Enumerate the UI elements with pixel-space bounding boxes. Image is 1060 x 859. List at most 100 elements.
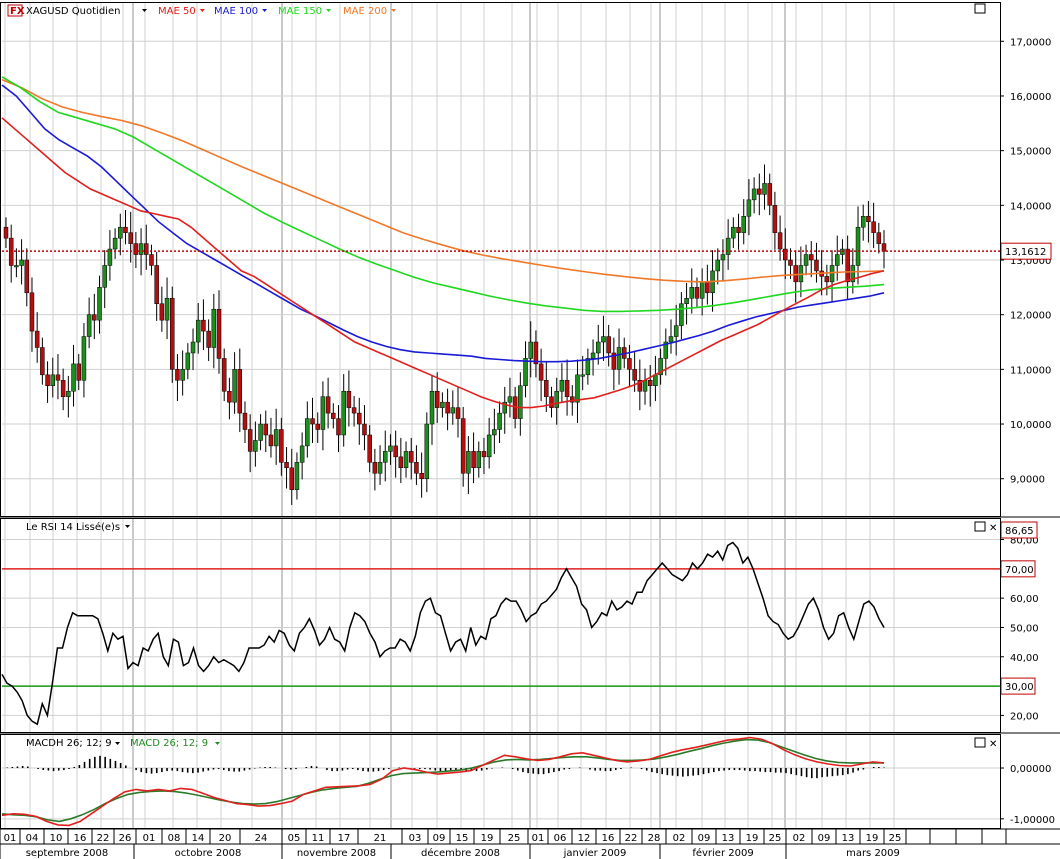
macd-tick-label: 0,00000 <box>1010 764 1051 775</box>
x-day-label: 22 <box>97 833 110 844</box>
candle-body <box>237 369 243 414</box>
candle-body <box>590 352 596 359</box>
x-month-label: novembre 2008 <box>297 848 376 859</box>
candle-body <box>559 380 565 392</box>
candle-body <box>575 374 580 403</box>
candle-body <box>414 462 419 474</box>
candle-body <box>689 287 695 299</box>
price-tick-label: 15,0000 <box>1010 147 1051 158</box>
x-day-label: 19 <box>746 833 759 844</box>
candle-body <box>97 287 102 321</box>
candle-body <box>544 380 549 397</box>
indicator-label-3: MAE 200 <box>343 6 387 17</box>
candle-body <box>455 407 461 419</box>
candle-body <box>601 336 606 343</box>
candle-body <box>253 440 258 452</box>
candle-body <box>388 445 393 452</box>
price-tick-label: 12,0000 <box>1010 311 1051 322</box>
candle-body <box>751 188 757 201</box>
candle-body <box>273 429 279 447</box>
candle-body <box>149 254 154 266</box>
close-panel-icon: ✕ <box>989 739 997 750</box>
candle-body <box>289 467 294 490</box>
candle-body <box>351 407 357 414</box>
candle-body <box>102 265 107 288</box>
x-day-label: 01 <box>532 833 545 844</box>
candle-body <box>481 451 487 458</box>
candle-body <box>627 358 632 370</box>
rsi-last-label: 86,65 <box>1005 526 1034 537</box>
x-month-label: décembre 2008 <box>421 847 500 859</box>
candle-body <box>673 325 679 337</box>
candle-body <box>866 216 871 222</box>
candle-body <box>227 390 232 403</box>
candle-body <box>715 259 721 272</box>
symbol-label: XAGUSD Quotidien <box>26 6 120 17</box>
candle-body <box>29 292 35 332</box>
x-day-label: 28 <box>648 833 661 844</box>
x-day-label: 16 <box>602 833 615 844</box>
candle-body <box>315 423 320 430</box>
price-tick-label: 14,0000 <box>1010 201 1051 212</box>
candle-body <box>92 314 97 321</box>
candle-body <box>50 374 56 387</box>
candle-body <box>169 298 175 370</box>
candle-body <box>393 445 398 458</box>
candle-body <box>580 374 585 377</box>
candle-body <box>294 462 300 490</box>
candle-body <box>76 363 81 381</box>
candle-body <box>871 221 876 233</box>
candle-body <box>725 237 731 255</box>
maximize-panel-icon[interactable] <box>974 737 986 748</box>
candle-body <box>305 418 310 447</box>
candle-body <box>325 396 331 414</box>
candle-body <box>653 374 658 387</box>
candle-body <box>45 374 50 387</box>
candle-body <box>466 451 471 474</box>
x-day-label: 24 <box>255 833 268 844</box>
indicator-label-0: MAE 50 <box>158 6 196 17</box>
candle-body <box>86 314 92 337</box>
x-day-label: 15 <box>456 833 469 844</box>
candle-body <box>346 390 352 408</box>
candle-body <box>118 226 123 239</box>
price-tick-label: 9,0000 <box>1010 475 1045 486</box>
candle-body <box>647 380 653 387</box>
candle-body <box>507 396 513 403</box>
candle-body <box>523 358 528 387</box>
candle-body <box>684 298 689 304</box>
candle-body <box>211 308 217 348</box>
candle-body <box>138 243 144 255</box>
candle-body <box>528 341 533 359</box>
rsi-tick-label: 50,00 <box>1010 623 1039 634</box>
candle-body <box>814 259 819 272</box>
candle-body <box>24 259 30 294</box>
x-month-label: février 2009 <box>692 847 753 859</box>
candle-body <box>777 232 783 250</box>
candle-body <box>164 298 170 321</box>
candle-body <box>40 347 45 376</box>
x-day-label: 03 <box>409 833 422 844</box>
candle-body <box>159 303 165 321</box>
candle-body <box>585 358 591 376</box>
rsi-tick-label: 20,00 <box>1010 711 1039 722</box>
candle-body <box>809 254 814 261</box>
last-price-label: 13,1612 <box>1005 247 1046 258</box>
x-day-label: 13 <box>842 833 855 844</box>
candle-body <box>476 451 482 469</box>
x-day-label: 04 <box>26 833 39 844</box>
maximize-panel-icon[interactable] <box>974 3 986 14</box>
candle-body <box>60 380 66 397</box>
candle-body <box>471 451 476 469</box>
candle-body <box>419 473 424 479</box>
price-tick-label: 16,0000 <box>1010 92 1051 103</box>
x-month-label: octobre 2008 <box>175 848 242 859</box>
candle-body <box>362 423 367 436</box>
maximize-panel-icon[interactable] <box>974 521 986 532</box>
candle-body <box>434 390 440 408</box>
candle-body <box>616 347 622 370</box>
x-day-label: 25 <box>508 833 521 844</box>
candle-body <box>14 265 19 268</box>
candle-body <box>876 232 882 244</box>
candle-body <box>834 254 840 266</box>
